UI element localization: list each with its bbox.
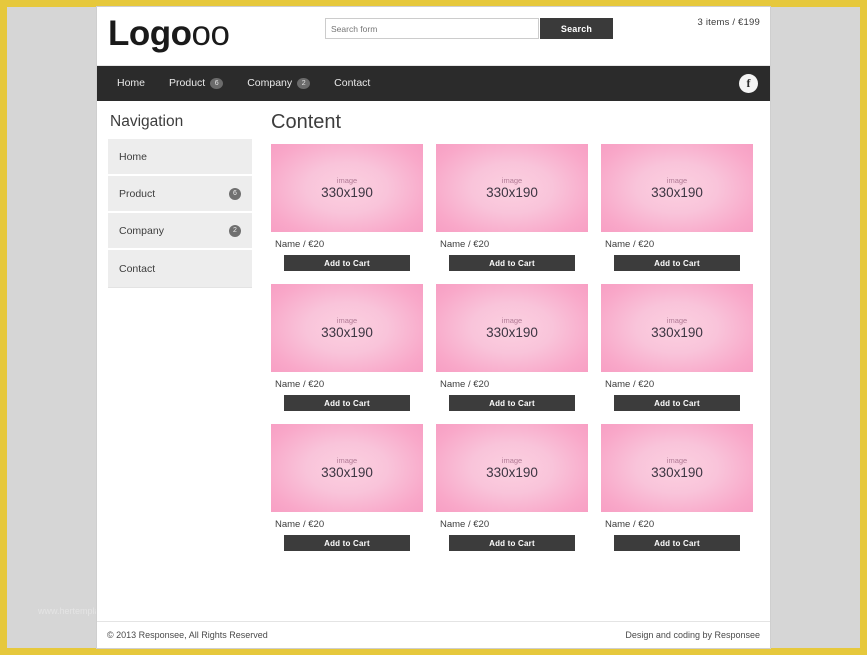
sidebar-item-label: Company bbox=[119, 225, 164, 237]
site-logo[interactable]: Logooo bbox=[108, 14, 229, 54]
frame-border-right bbox=[860, 0, 867, 655]
product-name-price: Name / €20 bbox=[275, 519, 423, 530]
content-area: Content image 330x190 Name / €20 Add to … bbox=[262, 101, 770, 621]
footer-copyright: © 2013 Responsee, All Rights Reserved bbox=[107, 630, 268, 640]
thumbnail-size-label: 330x190 bbox=[321, 325, 373, 340]
product-thumbnail[interactable]: image 330x190 bbox=[601, 144, 753, 232]
thumbnail-sublabel: image bbox=[502, 456, 522, 465]
product-name-price: Name / €20 bbox=[605, 519, 753, 530]
nav-item-label: Contact bbox=[334, 66, 370, 101]
nav-item-label: Home bbox=[117, 66, 145, 101]
site-header: Logooo Search 3 items / €199 bbox=[97, 7, 770, 66]
sidebar-badge: 6 bbox=[229, 188, 241, 200]
add-to-cart-button[interactable]: Add to Cart bbox=[284, 535, 410, 551]
frame-border-left bbox=[0, 0, 7, 655]
sidebar-item-label: Home bbox=[119, 151, 147, 163]
footer-credit: Design and coding by Responsee bbox=[625, 630, 760, 640]
nav-item-product[interactable]: Product 6 bbox=[157, 66, 235, 101]
nav-badge: 6 bbox=[210, 78, 223, 89]
nav-item-label: Company bbox=[247, 66, 292, 101]
nav-badge: 2 bbox=[297, 78, 310, 89]
add-to-cart-button[interactable]: Add to Cart bbox=[614, 395, 740, 411]
thumbnail-sublabel: image bbox=[667, 176, 687, 185]
product-name-price: Name / €20 bbox=[605, 239, 753, 250]
add-to-cart-button[interactable]: Add to Cart bbox=[449, 395, 575, 411]
sidebar: Navigation Home Product 6 Company 2 Cont… bbox=[97, 101, 262, 621]
sidebar-item-home[interactable]: Home bbox=[108, 139, 252, 176]
product-thumbnail[interactable]: image 330x190 bbox=[436, 424, 588, 512]
thumbnail-sublabel: image bbox=[337, 456, 357, 465]
product-name-price: Name / €20 bbox=[440, 239, 588, 250]
add-to-cart-button[interactable]: Add to Cart bbox=[449, 535, 575, 551]
product-card: image 330x190 Name / €20 Add to Cart bbox=[601, 424, 753, 551]
product-card: image 330x190 Name / €20 Add to Cart bbox=[436, 284, 588, 411]
add-to-cart-button[interactable]: Add to Cart bbox=[614, 255, 740, 271]
product-name-price: Name / €20 bbox=[440, 379, 588, 390]
sidebar-item-company[interactable]: Company 2 bbox=[108, 213, 252, 250]
logo-thin-text: oo bbox=[192, 14, 230, 53]
nav-item-company[interactable]: Company 2 bbox=[235, 66, 322, 101]
search-button[interactable]: Search bbox=[540, 18, 613, 39]
frame-border-bottom bbox=[0, 648, 867, 655]
product-thumbnail[interactable]: image 330x190 bbox=[271, 424, 423, 512]
search-form: Search bbox=[325, 18, 613, 39]
product-thumbnail[interactable]: image 330x190 bbox=[601, 284, 753, 372]
page-title: Content bbox=[271, 111, 760, 134]
sidebar-item-contact[interactable]: Contact bbox=[108, 250, 252, 287]
thumbnail-size-label: 330x190 bbox=[486, 465, 538, 480]
add-to-cart-button[interactable]: Add to Cart bbox=[284, 255, 410, 271]
sidebar-item-product[interactable]: Product 6 bbox=[108, 176, 252, 213]
product-name-price: Name / €20 bbox=[440, 519, 588, 530]
nav-item-label: Product bbox=[169, 66, 205, 101]
thumbnail-sublabel: image bbox=[337, 316, 357, 325]
product-thumbnail[interactable]: image 330x190 bbox=[271, 144, 423, 232]
product-thumbnail[interactable]: image 330x190 bbox=[601, 424, 753, 512]
sidebar-nav-list: Home Product 6 Company 2 Contact bbox=[108, 139, 252, 288]
product-thumbnail[interactable]: image 330x190 bbox=[436, 284, 588, 372]
sidebar-title: Navigation bbox=[110, 113, 252, 131]
product-grid: image 330x190 Name / €20 Add to Cart ima… bbox=[271, 144, 760, 551]
product-thumbnail[interactable]: image 330x190 bbox=[271, 284, 423, 372]
thumbnail-size-label: 330x190 bbox=[651, 185, 703, 200]
sidebar-item-label: Product bbox=[119, 188, 155, 200]
cart-summary[interactable]: 3 items / €199 bbox=[698, 17, 760, 28]
product-card: image 330x190 Name / €20 Add to Cart bbox=[601, 284, 753, 411]
product-card: image 330x190 Name / €20 Add to Cart bbox=[436, 144, 588, 271]
product-card: image 330x190 Name / €20 Add to Cart bbox=[271, 284, 423, 411]
thumbnail-sublabel: image bbox=[337, 176, 357, 185]
thumbnail-sublabel: image bbox=[502, 176, 522, 185]
add-to-cart-button[interactable]: Add to Cart bbox=[449, 255, 575, 271]
frame-border-top bbox=[0, 0, 867, 7]
product-card: image 330x190 Name / €20 Add to Cart bbox=[271, 424, 423, 551]
sidebar-item-label: Contact bbox=[119, 263, 155, 275]
sidebar-badge: 2 bbox=[229, 225, 241, 237]
thumbnail-size-label: 330x190 bbox=[486, 325, 538, 340]
nav-item-home[interactable]: Home bbox=[105, 66, 157, 101]
logo-bold-text: Logo bbox=[108, 14, 192, 53]
nav-item-contact[interactable]: Contact bbox=[322, 66, 382, 101]
add-to-cart-button[interactable]: Add to Cart bbox=[614, 535, 740, 551]
facebook-icon[interactable]: f bbox=[739, 74, 758, 93]
thumbnail-size-label: 330x190 bbox=[486, 185, 538, 200]
product-name-price: Name / €20 bbox=[275, 239, 423, 250]
product-name-price: Name / €20 bbox=[605, 379, 753, 390]
page-container: Logooo Search 3 items / €199 Home Produc… bbox=[97, 7, 770, 648]
main-navbar: Home Product 6 Company 2 Contact f bbox=[97, 66, 770, 101]
site-footer: © 2013 Responsee, All Rights Reserved De… bbox=[97, 621, 770, 648]
product-name-price: Name / €20 bbox=[275, 379, 423, 390]
thumbnail-size-label: 330x190 bbox=[651, 465, 703, 480]
search-input[interactable] bbox=[325, 18, 539, 39]
body-wrapper: Navigation Home Product 6 Company 2 Cont… bbox=[97, 101, 770, 621]
product-card: image 330x190 Name / €20 Add to Cart bbox=[271, 144, 423, 271]
thumbnail-size-label: 330x190 bbox=[321, 465, 373, 480]
thumbnail-size-label: 330x190 bbox=[651, 325, 703, 340]
thumbnail-size-label: 330x190 bbox=[321, 185, 373, 200]
add-to-cart-button[interactable]: Add to Cart bbox=[284, 395, 410, 411]
product-thumbnail[interactable]: image 330x190 bbox=[436, 144, 588, 232]
product-card: image 330x190 Name / €20 Add to Cart bbox=[436, 424, 588, 551]
thumbnail-sublabel: image bbox=[667, 316, 687, 325]
product-card: image 330x190 Name / €20 Add to Cart bbox=[601, 144, 753, 271]
thumbnail-sublabel: image bbox=[502, 316, 522, 325]
thumbnail-sublabel: image bbox=[667, 456, 687, 465]
